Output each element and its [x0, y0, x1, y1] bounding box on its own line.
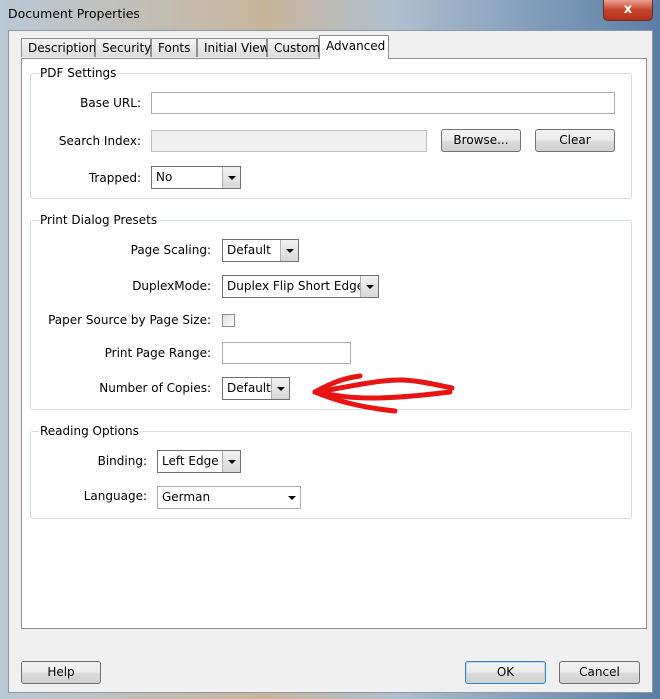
- reading-options-title: Reading Options: [39, 424, 140, 438]
- hand-drawn-arrow-icon: [312, 373, 455, 414]
- binding-value: Left Edge: [162, 454, 219, 468]
- cancel-button[interactable]: Cancel: [559, 661, 640, 684]
- binding-select[interactable]: Left Edge: [157, 450, 241, 473]
- language-label: Language:: [83, 489, 147, 503]
- language-select[interactable]: German: [157, 486, 301, 509]
- pdf-settings-title: PDF Settings: [39, 66, 118, 80]
- print-page-range-input[interactable]: [222, 342, 351, 364]
- browse-button[interactable]: Browse...: [441, 129, 521, 152]
- chevron-down-icon: [271, 378, 289, 399]
- chevron-down-icon: [280, 240, 298, 261]
- tab-initial-view[interactable]: Initial View: [197, 38, 270, 57]
- duplex-mode-label: DuplexMode:: [132, 279, 211, 293]
- base-url-label: Base URL:: [80, 96, 141, 110]
- paper-source-label: Paper Source by Page Size:: [48, 313, 211, 327]
- tab-custom[interactable]: Custom: [267, 38, 320, 57]
- print-page-range-label: Print Page Range:: [104, 346, 211, 360]
- duplex-mode-select[interactable]: Duplex Flip Short Edge: [222, 275, 379, 298]
- advanced-tab-page: PDF Settings Base URL: Search Index: Bro…: [21, 58, 647, 629]
- paper-source-checkbox[interactable]: [222, 314, 235, 327]
- trapped-select[interactable]: No: [151, 166, 241, 189]
- search-index-label: Search Index:: [58, 134, 141, 148]
- reading-options-group: Reading Options Binding: Left Edge Langu…: [30, 424, 632, 519]
- binding-label: Binding:: [97, 454, 147, 468]
- tab-security[interactable]: Security: [95, 38, 151, 57]
- chevron-down-icon: [360, 276, 378, 297]
- base-url-input[interactable]: [151, 92, 615, 114]
- print-presets-title: Print Dialog Presets: [39, 213, 159, 227]
- number-of-copies-label: Number of Copies:: [99, 381, 211, 395]
- page-scaling-value: Default: [227, 243, 271, 257]
- ok-button[interactable]: OK: [465, 661, 546, 684]
- chevron-down-icon: [222, 451, 240, 472]
- close-button[interactable]: x: [603, 0, 653, 21]
- language-value: German: [162, 490, 211, 504]
- tab-description[interactable]: Description: [21, 38, 96, 57]
- chevron-down-icon: [283, 487, 300, 508]
- help-button[interactable]: Help: [21, 661, 101, 684]
- window-title: Document Properties: [8, 6, 140, 21]
- trapped-label: Trapped:: [88, 171, 141, 185]
- dialog-client-area: Description Security Fonts Initial View …: [8, 30, 653, 693]
- page-scaling-label: Page Scaling:: [130, 243, 211, 257]
- tab-advanced[interactable]: Advanced: [319, 35, 389, 59]
- page-scaling-select[interactable]: Default: [222, 239, 299, 262]
- chevron-down-icon: [222, 167, 240, 188]
- trapped-value: No: [156, 170, 173, 184]
- tab-fonts[interactable]: Fonts: [151, 38, 197, 57]
- number-of-copies-value: Default: [227, 381, 271, 395]
- close-icon: x: [623, 2, 633, 17]
- number-of-copies-select[interactable]: Default: [222, 377, 290, 400]
- document-properties-window: Document Properties x Description Securi…: [0, 0, 660, 699]
- search-index-input: [151, 130, 427, 152]
- duplex-mode-value: Duplex Flip Short Edge: [227, 279, 365, 293]
- clear-button[interactable]: Clear: [535, 129, 615, 152]
- pdf-settings-group: PDF Settings Base URL: Search Index: Bro…: [30, 66, 632, 199]
